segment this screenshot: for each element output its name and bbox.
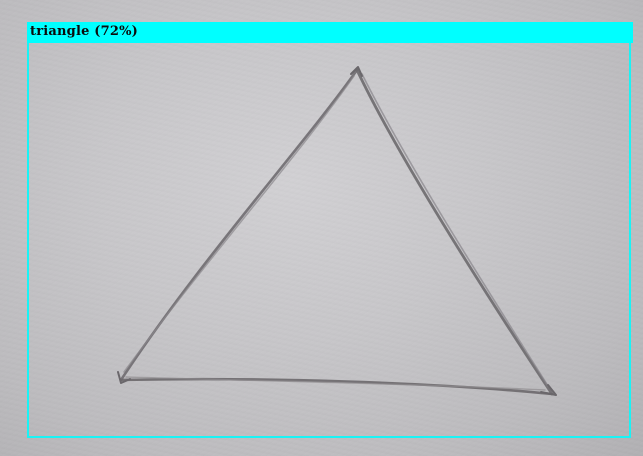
detection-bounding-box (27, 23, 631, 438)
photo-canvas: triangle (72%) (0, 0, 643, 456)
detection-label: triangle (72%) (27, 22, 633, 43)
